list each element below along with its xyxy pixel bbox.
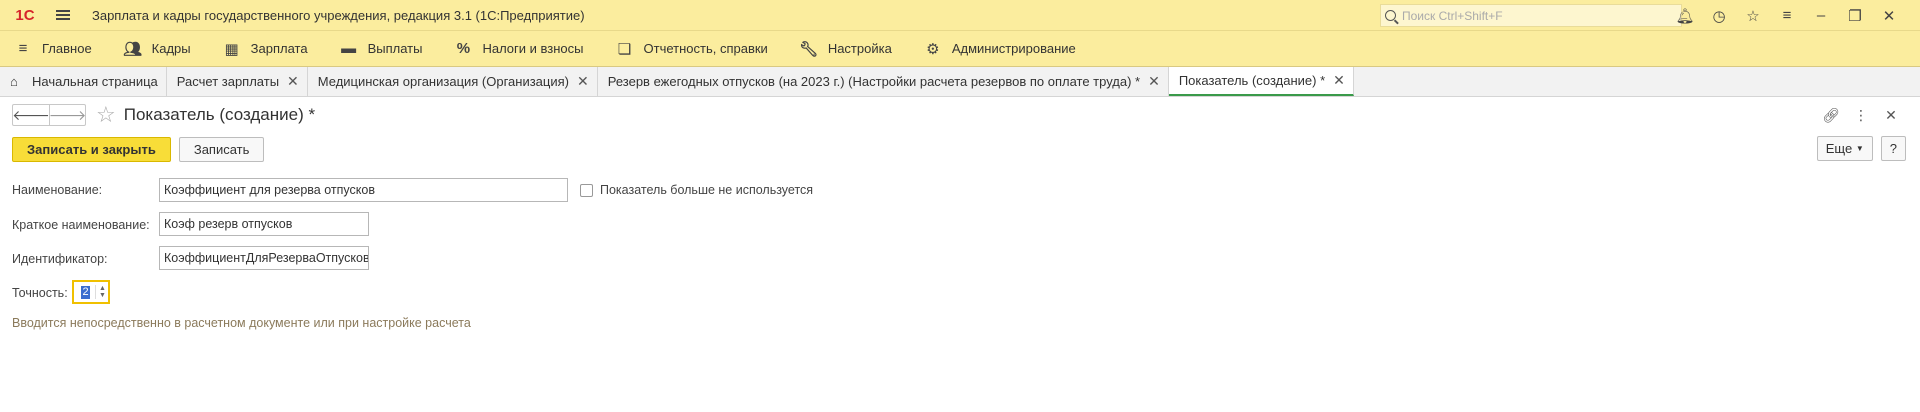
gear-icon: ⚙	[926, 40, 940, 58]
tab-indicator-create[interactable]: Показатель (создание) * ✕	[1168, 67, 1354, 96]
search-icon	[1385, 10, 1396, 21]
favorite-star-icon[interactable]: ☆	[96, 102, 116, 128]
stepper-down-icon[interactable]: ▼	[99, 292, 106, 299]
identifier-input[interactable]: КоэффициентДляРезерваОтпусков	[159, 246, 369, 270]
window-controls: 🔔︎ ◷ ☆ ≡ – ❐ ✕	[1668, 0, 1906, 31]
unused-checkbox[interactable]	[580, 183, 593, 197]
dropdown-arrow-icon: ▼	[1855, 144, 1864, 153]
help-button[interactable]: ?	[1880, 136, 1906, 161]
forward-arrow-icon[interactable]: 🡒	[49, 105, 86, 125]
wallet-icon: ▬	[341, 40, 357, 57]
short-name-label: Краткое наименование:	[12, 218, 150, 232]
unused-checkbox-row[interactable]: Показатель больше не используется	[580, 183, 813, 197]
section-main[interactable]: ≡ Главное	[14, 40, 92, 57]
hamburger-icon: ≡	[18, 40, 28, 57]
tab-close-icon[interactable]: ✕	[287, 73, 299, 90]
search-input[interactable]: Поиск Ctrl+Shift+F	[1380, 4, 1682, 27]
title-bar: 1С Зарплата и кадры государственного учр…	[0, 0, 1920, 31]
tab-close-icon[interactable]: ✕	[577, 73, 589, 90]
precision-value[interactable]: 2	[81, 285, 90, 299]
close-icon[interactable]: ✕	[1872, 7, 1906, 25]
form-toolbar: Записать и закрыть Записать Еще ▼ ?	[0, 133, 1920, 165]
precision-stepper[interactable]: 2 ▲ ▼	[72, 280, 110, 304]
stepper-up-icon[interactable]: ▲	[99, 285, 106, 292]
identifier-label: Идентификатор:	[12, 252, 108, 266]
history-icon[interactable]: ◷	[1702, 7, 1736, 25]
save-button[interactable]: Записать	[178, 136, 265, 162]
percent-icon: %	[456, 40, 471, 57]
unused-label: Показатель больше не используется	[600, 183, 814, 197]
name-input[interactable]: Коэффициент для резерва отпусков	[159, 178, 568, 202]
tab-organization[interactable]: Медицинская организация (Организация) ✕	[308, 67, 598, 96]
tab-reserve[interactable]: Резерв ежегодных отпусков (на 2023 г.) (…	[598, 67, 1169, 96]
open-tabs: ⌂ Начальная страница Расчет зарплаты ✕ Мед…	[0, 67, 1920, 97]
minimize-icon[interactable]: –	[1804, 7, 1838, 24]
search-placeholder: Поиск Ctrl+Shift+F	[1402, 8, 1503, 23]
app-title: Зарплата и кадры государственного учрежд…	[92, 7, 585, 23]
wrench-icon: 🔧︎	[799, 40, 819, 58]
documents-icon: ❏	[617, 40, 632, 58]
section-reports[interactable]: ❏ Отчетность, справки	[616, 40, 768, 58]
favorites-star-icon[interactable]: ☆	[1736, 7, 1770, 25]
form-header: 🡐 🡒 ☆ Показатель (создание) * 🔗︎ ⋮ ✕	[0, 97, 1920, 133]
calculator-icon: ▦	[224, 40, 239, 58]
home-icon: ⌂	[10, 74, 18, 89]
name-label: Наименование:	[12, 183, 103, 197]
save-and-close-button[interactable]: Записать и закрыть	[12, 136, 171, 162]
section-payments[interactable]: ▬ Выплаты	[340, 40, 422, 57]
section-taxes[interactable]: % Налоги и взносы	[454, 40, 584, 57]
form-header-actions: 🔗︎ ⋮ ✕	[1816, 97, 1906, 133]
form-title: Показатель (создание) *	[123, 105, 316, 124]
form-close-icon[interactable]: ✕	[1876, 107, 1906, 124]
app-logo[interactable]: 1С	[8, 0, 42, 31]
more-button[interactable]: Еще ▼	[1816, 136, 1873, 161]
section-settings[interactable]: 🔧︎ Настройка	[799, 40, 892, 58]
section-admin[interactable]: ⚙ Администрирование	[924, 40, 1076, 58]
precision-label: Точность:	[12, 286, 68, 300]
sections-panel: ≡ Главное 👥︎ Кадры ▦ Зарплата ▬ Выплаты % Нал…	[0, 31, 1920, 67]
back-arrow-icon[interactable]: 🡐	[12, 105, 50, 125]
restore-icon[interactable]: ❐	[1838, 7, 1872, 25]
short-name-input[interactable]: Коэф резерв отпусков	[159, 212, 369, 236]
main-menu-icon[interactable]	[52, 0, 74, 31]
settings-menu-icon[interactable]: ≡	[1770, 7, 1804, 24]
bell-icon[interactable]: 🔔︎	[1668, 7, 1702, 25]
section-hr[interactable]: 👥︎ Кадры	[123, 40, 190, 58]
tab-close-icon[interactable]: ✕	[1148, 73, 1160, 90]
link-icon[interactable]: 🔗︎	[1816, 107, 1846, 124]
people-icon: 👥︎	[123, 40, 143, 58]
tab-close-icon[interactable]: ✕	[1333, 72, 1345, 89]
tab-payroll[interactable]: Расчет зарплаты ✕	[167, 67, 308, 96]
stepper-arrows[interactable]: ▲ ▼	[95, 285, 106, 299]
nav-buttons: 🡐 🡒	[12, 104, 86, 126]
tab-home[interactable]: ⌂ Начальная страница	[0, 67, 167, 96]
more-vertical-icon[interactable]: ⋮	[1846, 107, 1876, 124]
precision-hint: Вводится непосредственно в расчетном док…	[12, 316, 471, 330]
section-salary[interactable]: ▦ Зарплата	[223, 40, 308, 58]
toolbar-right: Еще ▼ ?	[1809, 136, 1906, 161]
